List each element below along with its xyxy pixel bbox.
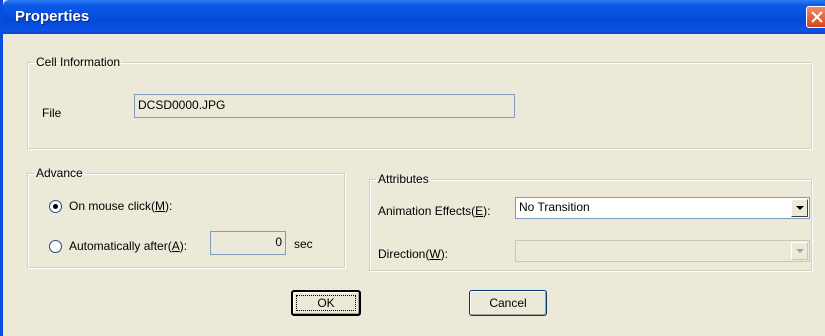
advance-legend: Advance: [36, 166, 83, 180]
animation-effects-value: No Transition: [519, 200, 590, 214]
attributes-legend: Attributes: [378, 172, 429, 186]
on-mouse-click-accel: M: [155, 199, 166, 213]
animation-effects-tail: ):: [483, 204, 491, 218]
title-bar[interactable]: Properties: [3, 0, 825, 34]
cancel-button[interactable]: Cancel: [469, 290, 547, 316]
automatically-after-radio[interactable]: [49, 240, 62, 253]
on-mouse-click-text: On mouse click(: [69, 199, 156, 213]
animation-effects-label: Animation Effects(E):: [378, 204, 491, 218]
animation-effects-accel: E: [475, 204, 484, 218]
automatically-after-label[interactable]: Automatically after(A):: [69, 239, 187, 253]
seconds-field[interactable]: 0: [210, 231, 286, 255]
direction-select[interactable]: [515, 240, 810, 262]
direction-label: Direction(W):: [378, 247, 448, 261]
file-label: File: [42, 106, 62, 120]
seconds-value: 0: [275, 235, 282, 249]
direction-dropdown-button[interactable]: [791, 242, 808, 260]
direction-tail: ):: [440, 247, 449, 261]
automatically-after-tail: ):: [179, 239, 188, 253]
window-title: Properties: [15, 8, 90, 25]
close-button[interactable]: [806, 6, 825, 28]
file-field[interactable]: DCSD0000.JPG: [134, 94, 515, 118]
animation-effects-select[interactable]: No Transition: [515, 197, 810, 219]
on-mouse-click-radio[interactable]: [49, 200, 62, 213]
on-mouse-click-label[interactable]: On mouse click(M):: [69, 199, 172, 213]
ok-button[interactable]: OK: [291, 290, 361, 316]
direction-text: Direction(: [378, 247, 430, 261]
close-icon: [811, 11, 823, 23]
animation-effects-dropdown-button[interactable]: [791, 199, 808, 217]
chevron-down-icon: [796, 249, 804, 253]
properties-dialog: Properties Cell Information File DCSD000…: [0, 0, 825, 336]
automatically-after-text: Automatically after(: [69, 239, 172, 253]
cell-information-legend: Cell Information: [36, 55, 121, 69]
cancel-button-label: Cancel: [489, 296, 527, 310]
on-mouse-click-tail: ):: [165, 199, 173, 213]
dialog-content: Cell Information File DCSD0000.JPG Advan…: [3, 34, 825, 336]
automatically-after-accel: A: [171, 239, 180, 253]
chevron-down-icon: [796, 206, 804, 210]
animation-effects-text: Animation Effects(: [378, 204, 476, 218]
direction-accel: W: [429, 247, 441, 261]
radio-selected-dot: [53, 204, 58, 209]
focus-rectangle: [296, 295, 356, 311]
seconds-unit-label: sec: [294, 237, 313, 251]
